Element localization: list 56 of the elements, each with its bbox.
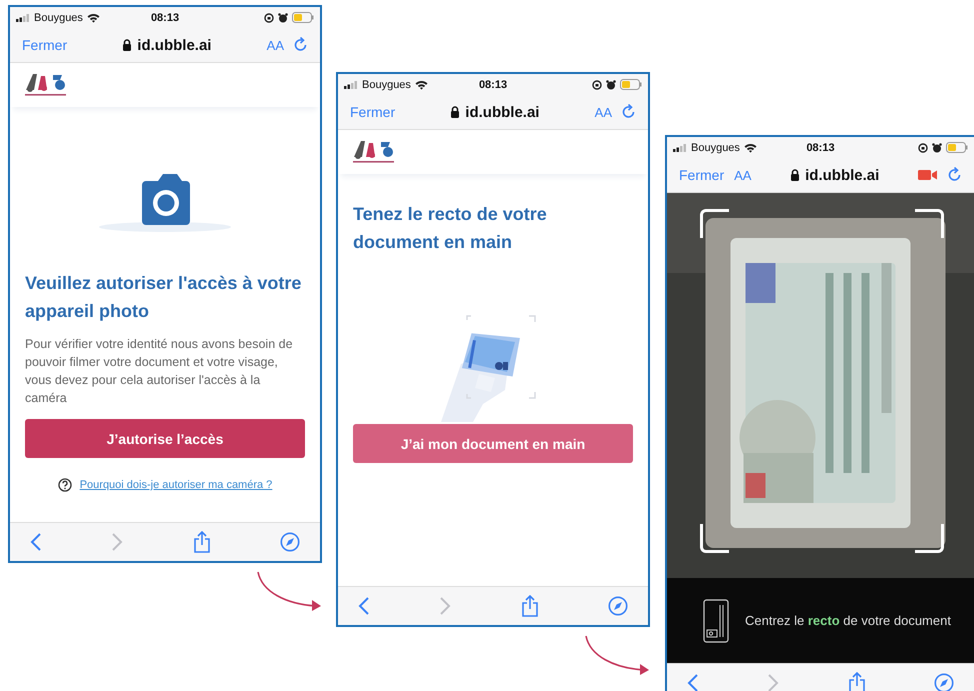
compass-icon[interactable] [608, 596, 628, 616]
lock-icon [450, 106, 460, 118]
reload-icon[interactable] [294, 37, 308, 53]
lock-icon [122, 39, 132, 51]
share-icon[interactable] [848, 672, 866, 691]
rotation-lock-icon [264, 12, 274, 22]
wifi-icon [744, 142, 757, 152]
close-button[interactable]: Fermer [22, 37, 68, 53]
url-text: id.ubble.ai [805, 166, 880, 184]
carrier-name: Bouygues [34, 12, 83, 24]
url-text: id.ubble.ai [465, 104, 540, 120]
page-heading: Veuillez autoriser l'accès à votre appareil photo [25, 272, 302, 323]
wifi-icon [86, 12, 100, 22]
alarm-icon [606, 80, 616, 90]
lock-icon [790, 169, 800, 181]
clock-time: 08:13 [150, 12, 180, 24]
signal-icon [673, 144, 687, 152]
clock-time: 08:13 [806, 142, 835, 154]
back-icon[interactable] [30, 533, 42, 551]
rotation-lock-icon [592, 80, 602, 90]
signal-icon [344, 80, 358, 88]
reload-icon[interactable] [622, 104, 636, 120]
signal-icon [16, 14, 30, 22]
share-icon[interactable] [520, 595, 539, 617]
text-size-button[interactable]: AA [266, 38, 284, 52]
back-icon[interactable] [687, 674, 699, 691]
clock-time: 08:13 [478, 78, 508, 90]
reload-icon[interactable] [948, 167, 962, 183]
battery-icon [946, 142, 968, 153]
url-text: id.ubble.ai [137, 36, 212, 54]
compass-icon[interactable] [934, 673, 954, 691]
text-size-button[interactable]: AA [734, 168, 752, 182]
wifi-icon [414, 80, 428, 90]
allow-access-button[interactable]: J’autorise l’accès [25, 419, 305, 458]
curved-arrow [585, 636, 649, 675]
help-icon [58, 478, 72, 492]
id-card-icon [703, 598, 729, 642]
instruction-text: Centrez le recto de votre document [745, 613, 951, 628]
share-icon[interactable] [192, 531, 211, 553]
text-size-button[interactable]: AA [594, 104, 612, 120]
help-link[interactable]: Pourquoi dois-je autoriser ma caméra ? [80, 479, 272, 491]
alarm-icon [278, 12, 288, 22]
battery-icon [620, 79, 642, 90]
carrier-name: Bouygues [691, 142, 740, 154]
close-button[interactable]: Fermer [679, 167, 724, 183]
page-heading: Tenez le recto de votre document en main [353, 203, 548, 254]
carrier-name: Bouygues [362, 78, 411, 90]
video-camera-icon[interactable] [918, 169, 938, 181]
alarm-icon [932, 142, 942, 152]
curved-arrow [257, 572, 321, 611]
compass-icon[interactable] [280, 532, 300, 552]
back-icon[interactable] [358, 597, 370, 615]
description-text: Pour vérifier votre identité nous avons besoin de pouvoir filmer votre document et votre visage, vous devez pour cela autoriser l'accès à la caméra [25, 336, 294, 407]
rotation-lock-icon [918, 142, 928, 152]
close-button[interactable]: Fermer [350, 104, 396, 120]
battery-icon [292, 12, 314, 23]
